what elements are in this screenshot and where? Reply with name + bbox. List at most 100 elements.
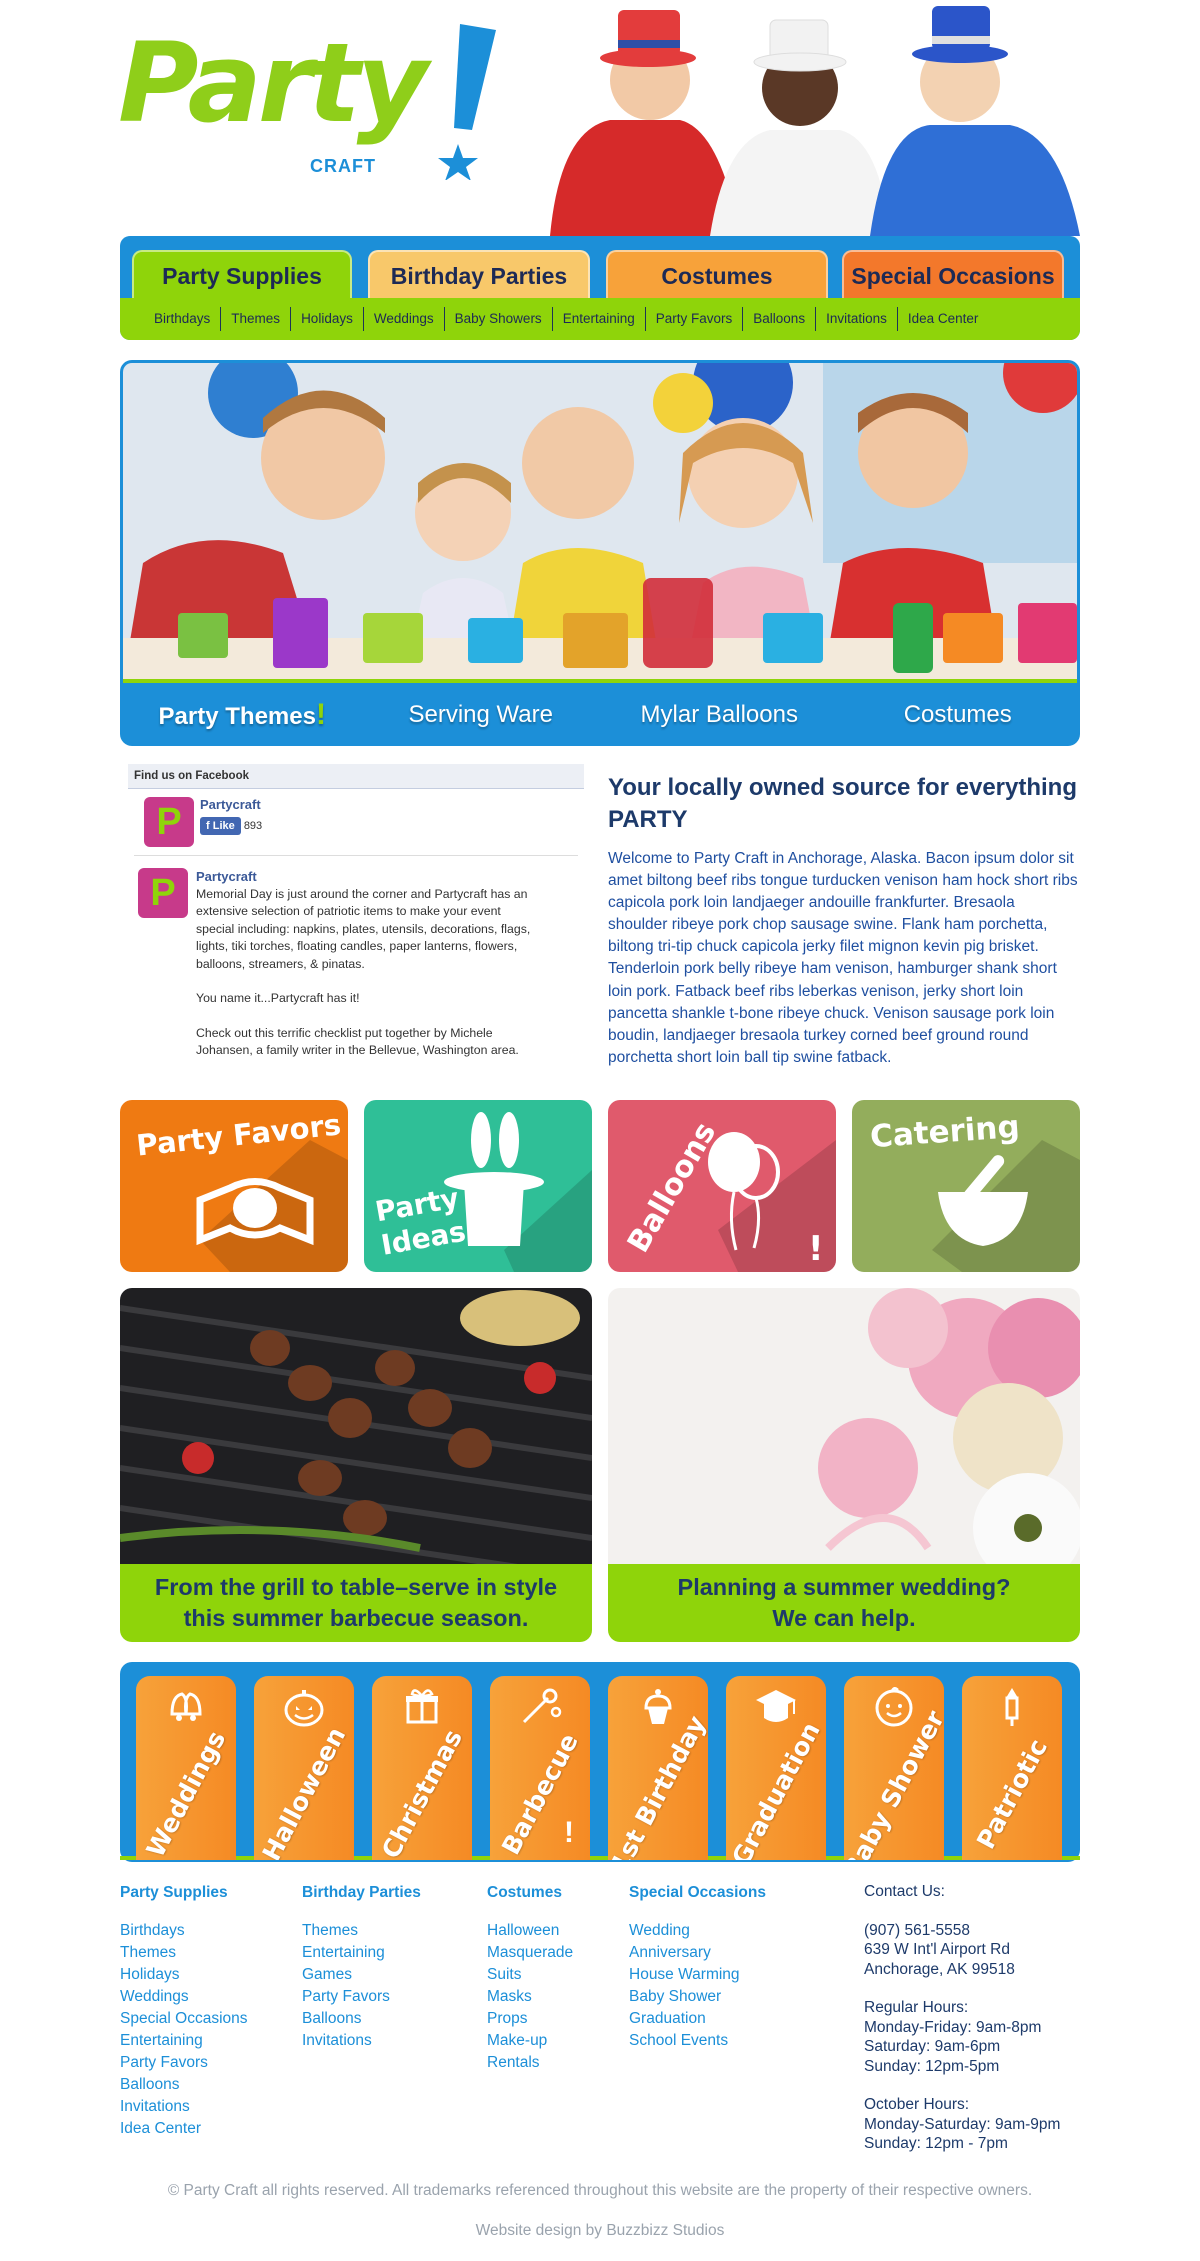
footer-contact: Contact Us: (907) 561-5558 639 W Int'l A… — [864, 1882, 1060, 2154]
facebook-post-text: Memorial Day is just around the corner a… — [196, 886, 531, 971]
subnav-entertaining[interactable]: Entertaining — [553, 307, 646, 331]
october-hours-title: October Hours: — [864, 2096, 970, 2113]
tab-birthday-parties[interactable]: Birthday Parties — [368, 250, 590, 298]
footer-link[interactable]: Invitations — [302, 2030, 421, 2052]
footer-link[interactable]: Themes — [120, 1942, 248, 1964]
facebook-page-avatar[interactable]: P — [144, 797, 194, 847]
sub-nav: Birthdays Themes Holidays Weddings Baby … — [120, 298, 1080, 340]
footer-link[interactable]: Special Occasions — [120, 2008, 248, 2030]
tile-balloons[interactable]: ! Balloons — [608, 1100, 836, 1272]
occasion-first-birthday[interactable]: 1st Birthday — [608, 1676, 708, 1860]
occasion-graduation[interactable]: Graduation — [726, 1676, 826, 1860]
footer-link[interactable]: Weddings — [120, 1986, 248, 2008]
footer-link[interactable]: Masks — [487, 1986, 573, 2008]
footer-link[interactable]: Holidays — [120, 1964, 248, 1986]
footer-col-special-occasions: Special Occasions Wedding Anniversary Ho… — [629, 1882, 766, 2052]
footer-col-title[interactable]: Costumes — [487, 1882, 573, 1904]
firework-rocket-icon — [1005, 1688, 1019, 1726]
hours-line: Sunday: 12pm - 7pm — [864, 2135, 1008, 2152]
promo-wedding[interactable]: Planning a summer wedding? We can help. — [608, 1288, 1080, 1642]
hero-link-party-themes[interactable]: Party Themes! — [123, 698, 362, 732]
occasion-label: Graduation — [726, 1717, 826, 1860]
footer-col-title[interactable]: Party Supplies — [120, 1882, 248, 1904]
hours-line: Saturday: 9am-6pm — [864, 2038, 1001, 2055]
footer-col-title[interactable]: Birthday Parties — [302, 1882, 421, 1904]
occasion-halloween[interactable]: Halloween — [254, 1676, 354, 1860]
tile-label: Party Ideas — [372, 1181, 469, 1262]
occasion-patriotic[interactable]: Patriotic — [962, 1676, 1062, 1860]
contact-title: Contact Us: — [864, 1883, 945, 1900]
hero-link-costumes[interactable]: Costumes — [839, 701, 1078, 729]
tab-special-occasions[interactable]: Special Occasions — [842, 250, 1064, 298]
footer-link[interactable]: Graduation — [629, 2008, 766, 2030]
footer-link[interactable]: Masquerade — [487, 1942, 573, 1964]
footer-link[interactable]: Balloons — [302, 2008, 421, 2030]
subnav-holidays[interactable]: Holidays — [291, 307, 364, 331]
footer-col-title[interactable]: Special Occasions — [629, 1882, 766, 1904]
footer-link[interactable]: Balloons — [120, 2074, 248, 2096]
cupcake-icon — [644, 1689, 672, 1724]
exclamation-icon: ! — [564, 1816, 574, 1849]
tile-party-favors[interactable]: Party Favors — [120, 1100, 348, 1272]
occasion-baby-shower[interactable]: Baby Shower — [844, 1676, 944, 1860]
facebook-post-avatar[interactable]: P — [138, 868, 188, 918]
facebook-page-name[interactable]: Partycraft — [200, 797, 262, 812]
subnav-balloons[interactable]: Balloons — [743, 307, 817, 331]
barbecue-photo — [120, 1288, 592, 1564]
gift-icon — [406, 1689, 438, 1724]
hero-link-serving-ware[interactable]: Serving Ware — [362, 701, 601, 729]
hours-title: Regular Hours: — [864, 1999, 969, 2016]
tab-party-supplies[interactable]: Party Supplies — [132, 250, 352, 298]
welcome-body: Welcome to Party Craft in Anchorage, Ala… — [608, 850, 1078, 1066]
footer-link[interactable]: Birthdays — [120, 1920, 248, 1942]
occasion-christmas[interactable]: Christmas — [372, 1676, 472, 1860]
occasion-barbecue[interactable]: Barbecue ! — [490, 1676, 590, 1860]
facebook-post: P Partycraft Memorial Day is just around… — [128, 856, 584, 1072]
footer-link[interactable]: Props — [487, 2008, 573, 2030]
footer-link[interactable]: Games — [302, 1964, 421, 1986]
subnav-birthdays[interactable]: Birthdays — [144, 307, 222, 331]
hero-party-photo — [123, 363, 1077, 683]
subnav-invitations[interactable]: Invitations — [816, 307, 898, 331]
subnav-weddings[interactable]: Weddings — [364, 307, 445, 331]
facebook-post-author[interactable]: Partycraft — [196, 868, 536, 886]
subnav-themes[interactable]: Themes — [221, 307, 292, 331]
tile-catering[interactable]: Catering — [852, 1100, 1080, 1272]
footer-link[interactable]: Entertaining — [302, 1942, 421, 1964]
contact-address: 639 W Int'l Airport Rd — [864, 1941, 1010, 1958]
footer-link[interactable]: Entertaining — [120, 2030, 248, 2052]
footer-link[interactable]: Baby Shower — [629, 1986, 766, 2008]
occasion-weddings[interactable]: Weddings — [136, 1676, 236, 1860]
promo-barbecue[interactable]: From the grill to table–serve in style th… — [120, 1288, 592, 1642]
footer-link[interactable]: Rentals — [487, 2052, 573, 2074]
subnav-baby-showers[interactable]: Baby Showers — [445, 307, 553, 331]
tab-costumes[interactable]: Costumes — [606, 250, 828, 298]
footer-link[interactable]: Make-up — [487, 2030, 573, 2052]
logo-wordmark[interactable]: Party — [118, 28, 428, 138]
subnav-idea-center[interactable]: Idea Center — [898, 307, 989, 331]
welcome-heading: Your locally owned source for everything… — [608, 774, 1077, 833]
footer-link[interactable]: Party Favors — [302, 1986, 421, 2008]
footer-col-costumes: Costumes Halloween Masquerade Suits Mask… — [487, 1882, 573, 2074]
facebook-widget: Find us on Facebook P Partycraft f Like … — [128, 764, 584, 1078]
footer-link[interactable]: Suits — [487, 1964, 573, 1986]
logo-subtitle: CRAFT — [310, 156, 376, 176]
hero-link-mylar-balloons[interactable]: Mylar Balloons — [600, 701, 839, 729]
footer-link[interactable]: Wedding — [629, 1920, 766, 1942]
occasion-label: Patriotic — [971, 1734, 1053, 1854]
design-credit[interactable]: Website design by Buzzbizz Studios — [0, 2222, 1200, 2240]
occasion-label: Halloween — [256, 1722, 352, 1860]
footer-link[interactable]: Idea Center — [120, 2118, 248, 2140]
footer-link[interactable]: Anniversary — [629, 1942, 766, 1964]
tile-party-ideas[interactable]: Party Ideas — [364, 1100, 592, 1272]
svg-text:!: ! — [808, 1229, 824, 1269]
subnav-party-favors[interactable]: Party Favors — [646, 307, 744, 331]
footer-link[interactable]: Invitations — [120, 2096, 248, 2118]
facebook-like-button[interactable]: f Like — [200, 817, 241, 835]
footer-link[interactable]: Halloween — [487, 1920, 573, 1942]
footer-link[interactable]: School Events — [629, 2030, 766, 2052]
footer-link[interactable]: House Warming — [629, 1964, 766, 1986]
contact-phone[interactable]: (907) 561-5558 — [864, 1921, 1060, 1941]
footer-link[interactable]: Party Favors — [120, 2052, 248, 2074]
footer-link[interactable]: Themes — [302, 1920, 421, 1942]
